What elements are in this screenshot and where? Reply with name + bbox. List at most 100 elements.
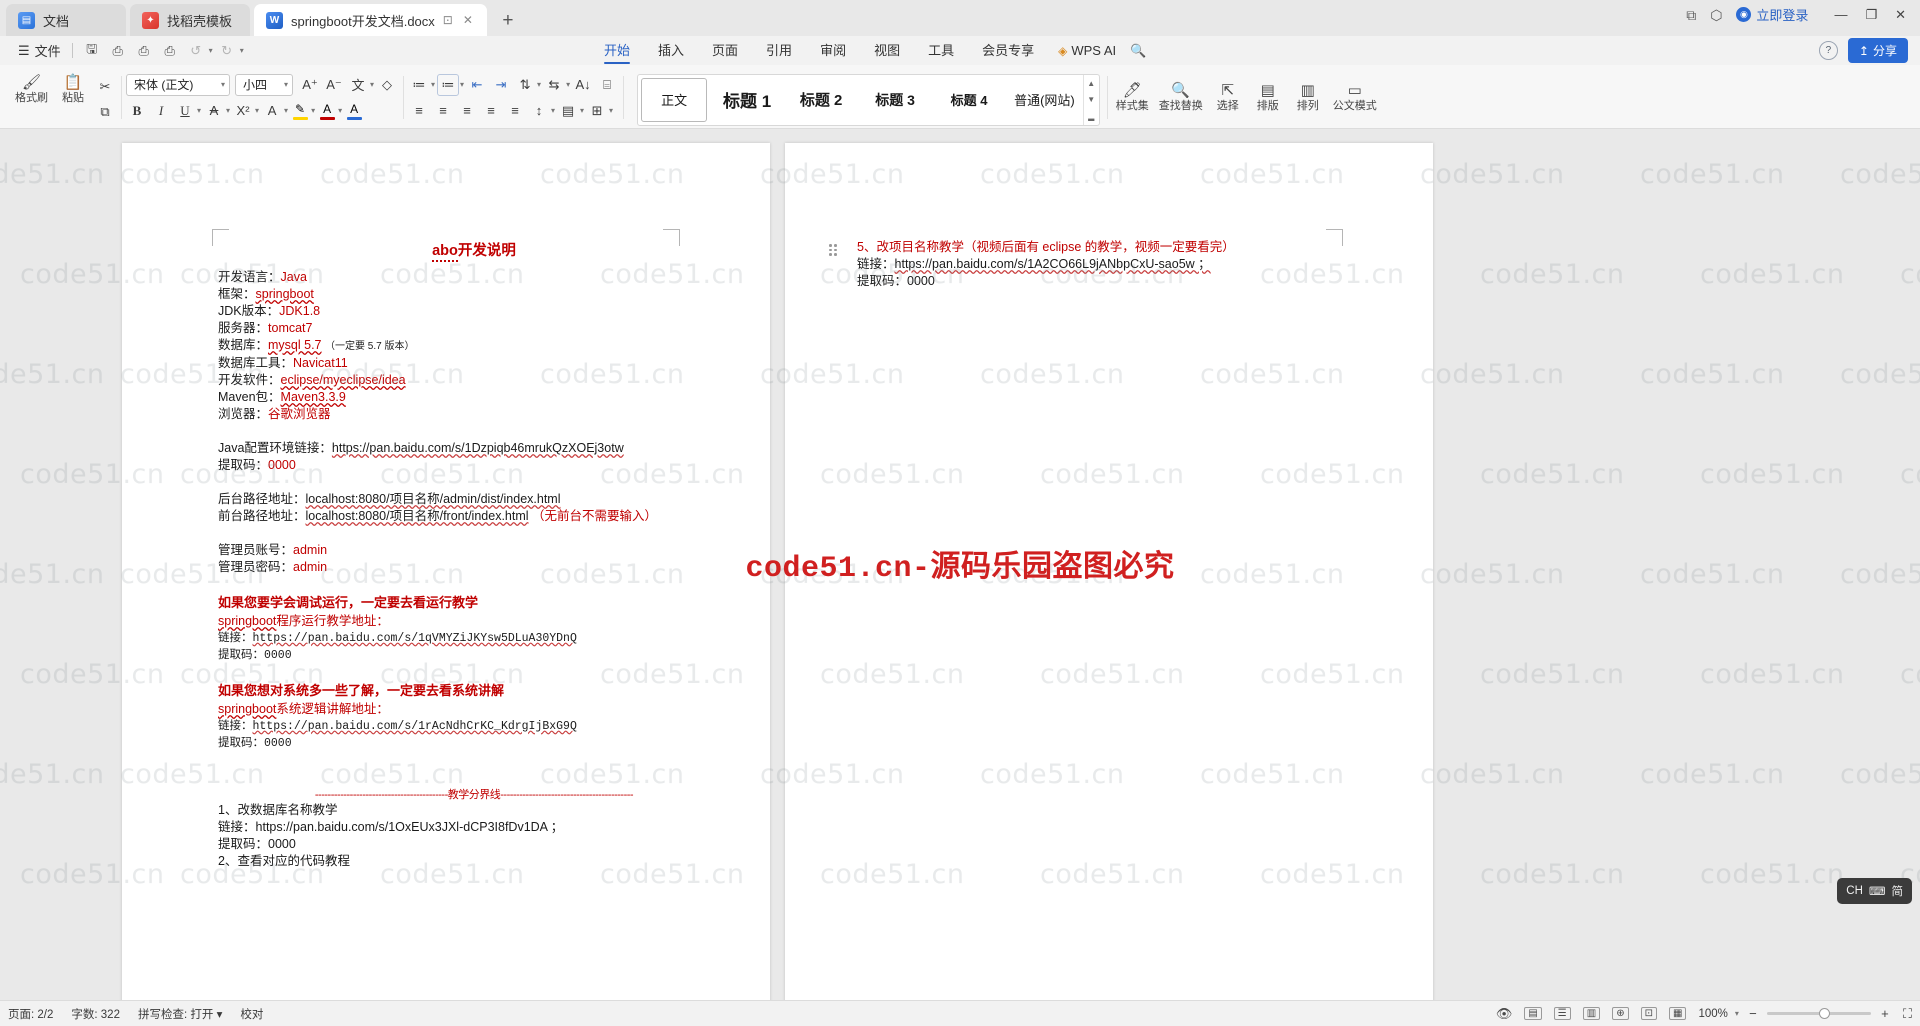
document-page-1[interactable]: abo开发说明 开发语言：Java 框架：springboot JDK版本：JD…: [122, 143, 770, 1000]
share-button[interactable]: ↥ 分享: [1847, 38, 1908, 63]
eye-icon[interactable]: 👁: [1496, 1006, 1513, 1022]
shading-icon[interactable]: ▤: [557, 100, 579, 122]
chevron-down-icon[interactable]: ▾: [460, 80, 464, 89]
chevron-down-icon[interactable]: ▾: [370, 80, 374, 89]
scroll-down-icon[interactable]: ▼: [1087, 93, 1095, 106]
wps-ai-button[interactable]: ◈ WPS AI: [1048, 43, 1126, 58]
read-layout-icon[interactable]: ▤: [1524, 1007, 1542, 1020]
fullscreen-icon[interactable]: ⛶: [1903, 1006, 1912, 1022]
zoom-control[interactable]: 100% ▾ − +: [1698, 1006, 1890, 1021]
expand-gallery-icon[interactable]: ▂: [1088, 110, 1094, 123]
chevron-down-icon[interactable]: ▾: [431, 80, 435, 89]
bullets-icon[interactable]: ≔: [408, 74, 430, 96]
minimize-button[interactable]: —: [1834, 7, 1847, 22]
style-gallery[interactable]: 正文 标题 1 标题 2 标题 3 标题 4 普通(网站) ▲ ▼ ▂: [637, 73, 1100, 126]
undo-icon[interactable]: ↺: [184, 40, 208, 62]
official-doc-button[interactable]: ▭ 公文模式: [1329, 80, 1381, 115]
find-replace-button[interactable]: 🔍 查找替换: [1155, 80, 1207, 115]
tab-view[interactable]: 视图: [860, 36, 914, 65]
style-body-text[interactable]: 正文: [641, 77, 708, 122]
char-border-button[interactable]: A: [261, 100, 283, 122]
decrease-indent-icon[interactable]: ⇤: [466, 74, 488, 96]
style-heading-4[interactable]: 标题 4: [932, 75, 1006, 125]
font-name-input[interactable]: 宋体 (正文) ▾: [126, 73, 230, 96]
tab-springboot-doc[interactable]: W springboot开发文档.docx ⊡ ✕: [254, 4, 487, 36]
tab-templates[interactable]: ✦ 找稻壳模板: [130, 4, 250, 36]
chevron-down-icon[interactable]: ▾: [1735, 1009, 1739, 1018]
item5-link[interactable]: https://pan.baidu.com/s/1A2CO66L9jANbpCx…: [895, 257, 1211, 271]
copy-icon[interactable]: ⧉: [94, 101, 116, 123]
item1-link[interactable]: https://pan.baidu.com/s/1OxEUx3JXl-dCP3I…: [256, 820, 564, 834]
merge-paragraph-icon[interactable]: ⇆: [543, 74, 565, 96]
tab-review[interactable]: 审阅: [806, 36, 860, 65]
increase-indent-icon[interactable]: ⇥: [490, 74, 512, 96]
font-size-input[interactable]: 小四 ▾: [235, 73, 293, 96]
zoom-level-label[interactable]: 100%: [1698, 1008, 1727, 1020]
java-env-link[interactable]: https://pan.baidu.com/s/1Dzpiqb46mrukQzX…: [332, 441, 624, 455]
ime-indicator[interactable]: CH ⌨ 简: [1837, 878, 1912, 904]
sort-icon[interactable]: A↓: [572, 74, 594, 96]
show-marks-icon[interactable]: ⌸: [596, 74, 618, 96]
tab-documents[interactable]: ▤ 文档: [6, 4, 126, 36]
word-count[interactable]: 字数: 322: [71, 1006, 120, 1022]
paragraph-drag-handle[interactable]: [829, 243, 839, 257]
align-right-icon[interactable]: ≡: [456, 100, 478, 122]
undo-caret-icon[interactable]: ▾: [209, 46, 213, 55]
font-color-button[interactable]: A: [317, 102, 337, 120]
paragraph-layout-icon[interactable]: ⇅: [514, 74, 536, 96]
redo-icon[interactable]: ↻: [215, 40, 239, 62]
style-heading-1[interactable]: 标题 1: [710, 75, 784, 125]
search-icon[interactable]: 🔍: [1126, 40, 1150, 62]
cube-icon[interactable]: ⬡: [1710, 8, 1722, 22]
tab-member-exclusive[interactable]: 会员专享: [968, 36, 1048, 65]
justify-icon[interactable]: ≡: [480, 100, 502, 122]
italic-button[interactable]: I: [150, 100, 172, 122]
web-layout-icon[interactable]: ⊕: [1612, 1007, 1629, 1020]
pinyin-guide-icon[interactable]: 文: [347, 74, 369, 96]
cut-icon[interactable]: ✂: [94, 76, 116, 98]
strikethrough-button[interactable]: A: [203, 100, 225, 122]
zoom-out-button[interactable]: −: [1747, 1006, 1759, 1021]
chevron-down-icon[interactable]: ▾: [226, 106, 230, 115]
numbering-icon[interactable]: ≔: [437, 73, 460, 96]
select-button[interactable]: ⇱ 选择: [1209, 80, 1247, 115]
bold-button[interactable]: B: [126, 100, 148, 122]
style-heading-2[interactable]: 标题 2: [784, 75, 858, 125]
chevron-down-icon[interactable]: ▾: [255, 106, 259, 115]
help-icon[interactable]: ?: [1818, 41, 1838, 60]
page-layout-icon[interactable]: ▥: [1582, 1007, 1601, 1020]
style-set-button[interactable]: 🖊 样式集: [1112, 80, 1153, 115]
chevron-down-icon[interactable]: ▾: [221, 80, 225, 89]
paste-button[interactable]: 📋 粘贴: [54, 72, 92, 107]
highlight-color-button[interactable]: ✎: [290, 102, 310, 120]
zoom-slider[interactable]: [1766, 1008, 1871, 1019]
style-gallery-scroll[interactable]: ▲ ▼ ▂: [1082, 74, 1099, 125]
superscript-button[interactable]: X²: [232, 100, 254, 122]
chevron-down-icon[interactable]: ▾: [284, 106, 288, 115]
tab-start[interactable]: 开始: [590, 36, 644, 65]
chevron-down-icon[interactable]: ▾: [284, 80, 288, 89]
chevron-down-icon[interactable]: ▾: [580, 106, 584, 115]
maximize-button[interactable]: ❐: [1865, 7, 1877, 23]
scroll-up-icon[interactable]: ▲: [1087, 77, 1095, 90]
tab-tools[interactable]: 工具: [914, 36, 968, 65]
style-heading-3[interactable]: 标题 3: [858, 75, 932, 125]
outline-icon[interactable]: ☰: [1553, 1007, 1571, 1020]
chevron-down-icon[interactable]: ▾: [311, 106, 315, 115]
monitor-icon[interactable]: ⊡: [443, 13, 453, 27]
clear-format-icon[interactable]: ◇: [376, 74, 398, 96]
file-menu-button[interactable]: ☰ 文件: [10, 41, 69, 60]
close-window-button[interactable]: ✕: [1895, 7, 1906, 23]
typeset-button[interactable]: ▤ 排版: [1249, 80, 1287, 115]
format-painter-button[interactable]: 🖌 格式刷: [11, 72, 52, 107]
proofread-button[interactable]: 校对: [240, 1006, 263, 1022]
quick-access-caret-icon[interactable]: ▾: [240, 46, 244, 55]
shrink-font-icon[interactable]: A⁻: [323, 74, 345, 96]
new-tab-button[interactable]: +: [493, 6, 523, 36]
page-indicator[interactable]: 页面: 2/2: [8, 1006, 53, 1022]
print-preview-icon[interactable]: ⎙: [158, 40, 182, 62]
save-icon[interactable]: 🖫: [80, 40, 104, 62]
align-left-icon[interactable]: ≡: [408, 100, 430, 122]
tab-reference[interactable]: 引用: [752, 36, 806, 65]
chevron-down-icon[interactable]: ▾: [566, 80, 570, 89]
